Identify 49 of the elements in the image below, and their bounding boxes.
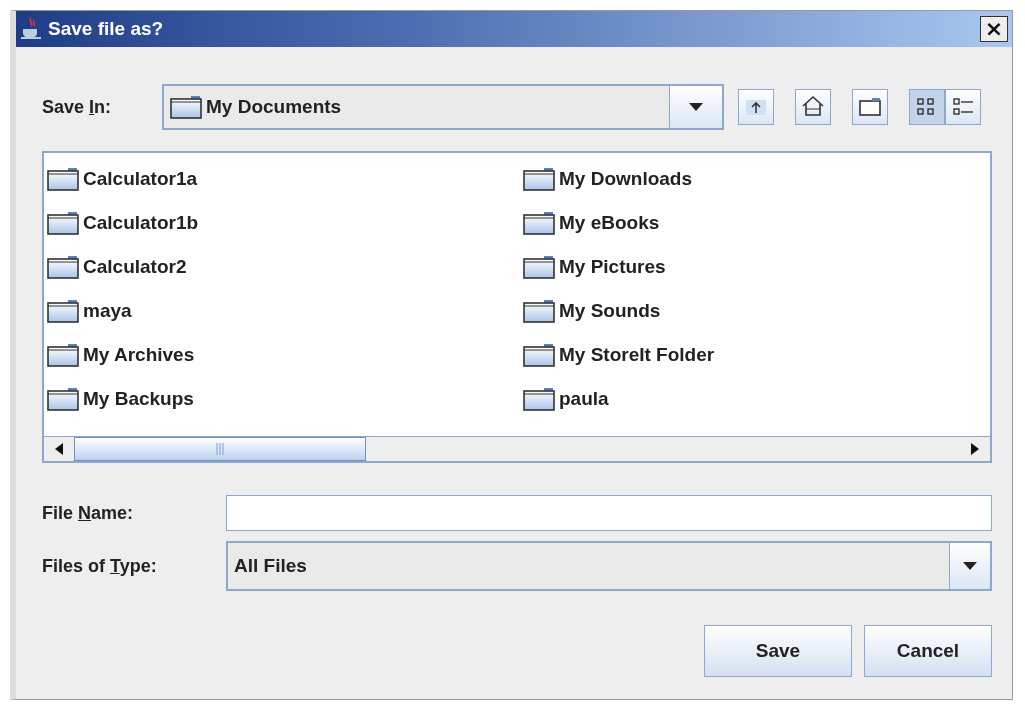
folder-icon	[523, 387, 555, 411]
toolbar-button[interactable]	[909, 89, 945, 125]
folder-item[interactable]: My Archives	[47, 333, 523, 377]
toolbar-button[interactable]	[852, 89, 888, 125]
right-arrow-icon	[970, 442, 980, 456]
folder-item[interactable]: My Sounds	[523, 289, 990, 333]
folder-icon	[523, 299, 555, 323]
file-name-field[interactable]	[226, 495, 992, 531]
save-in-dropdown[interactable]: My Documents	[162, 84, 724, 130]
folder-item[interactable]: My eBooks	[523, 201, 990, 245]
dropdown-value: All Files	[234, 555, 307, 577]
dropdown-arrow-icon	[688, 102, 704, 112]
scrollbar-thumb[interactable]	[74, 437, 366, 461]
save-in-label: Save In:	[42, 96, 112, 117]
folder-icon	[523, 255, 555, 279]
dropdown-arrow-icon	[962, 561, 978, 571]
dropdown-value: My Documents	[206, 96, 342, 118]
folder-icon	[170, 95, 202, 119]
toolbar-button[interactable]	[738, 89, 774, 125]
folder-item[interactable]: Calculator2	[47, 245, 523, 289]
folder-icon	[47, 387, 79, 411]
cancel-button[interactable]: Cancel	[864, 625, 992, 677]
folder-icon	[47, 299, 79, 323]
folder-icon	[523, 211, 555, 235]
file-name-label: File Name:	[42, 502, 134, 523]
files-of-type-label: Files of Type:	[42, 555, 157, 576]
horizontal-scrollbar[interactable]	[44, 436, 990, 461]
folder-icon	[523, 343, 555, 367]
folder-item[interactable]: My Pictures	[523, 245, 990, 289]
toolbar-button[interactable]	[945, 89, 981, 125]
folder-item[interactable]: paula	[523, 377, 990, 421]
folder-icon	[47, 343, 79, 367]
folder-item[interactable]: My Downloads	[523, 157, 990, 201]
window-title: Save file as?	[48, 18, 165, 40]
folder-icon	[47, 167, 79, 191]
folder-icon	[47, 211, 79, 235]
cup-icon	[20, 17, 42, 41]
folder-item[interactable]: My StoreIt Folder	[523, 333, 990, 377]
save-button[interactable]: Save	[704, 625, 852, 677]
close-button[interactable]: ×	[980, 16, 1008, 42]
folder-item[interactable]: maya	[47, 289, 523, 333]
toolbar-button[interactable]	[795, 89, 831, 125]
left-arrow-icon	[54, 442, 64, 456]
files-of-type-dropdown[interactable]: All Files	[226, 541, 992, 591]
folder-icon	[523, 167, 555, 191]
folder-item[interactable]: Calculator1a	[47, 157, 523, 201]
folder-item[interactable]: My Backups	[47, 377, 523, 421]
folder-item[interactable]: Calculator1b	[47, 201, 523, 245]
folder-icon	[47, 255, 79, 279]
